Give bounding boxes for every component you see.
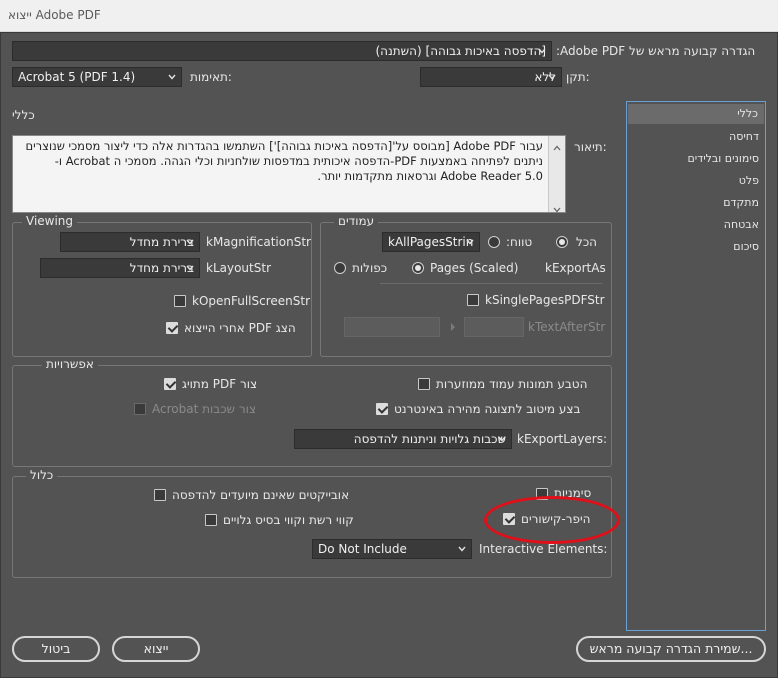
tagged-pdf-checkbox[interactable] (164, 378, 176, 390)
section-title: כללי (12, 108, 35, 122)
export-layers-label: kExportLayers: (517, 432, 607, 446)
nonprinting-label: אובייקטים שאינם מיועדים להדפסה (172, 488, 350, 502)
acrobat-layers-label: צור שכבות Acrobat (152, 402, 257, 416)
embed-thumbnails-label: הטבע תמונות עמוד ממוזערות (436, 377, 588, 391)
single-pages-label: kSinglePagesPDFStr (485, 293, 605, 307)
sidebar-item-advanced[interactable]: מתקדם (723, 196, 759, 209)
standard-dropdown[interactable]: ללא (420, 67, 562, 87)
save-preset-button[interactable]: שמירת הגדרה קבועה מראש... (576, 636, 766, 662)
sidebar-item-output[interactable]: פלט (739, 174, 759, 187)
magnification-label: kMagnificationStr (206, 235, 311, 249)
export-as-label: kExportAs (545, 261, 606, 275)
description-text: עבור Adobe PDF [מבוסס על'[הדפסה באיכות ג… (25, 139, 543, 183)
window-title: ייצוא Adobe PDF (8, 8, 101, 22)
preset-value: [הדפסה באיכות גבוהה] (השתנה) (375, 44, 546, 58)
arrow-right-icon (450, 320, 456, 331)
view-after-export-label: הצג PDF אחרי הייצוא (184, 321, 296, 335)
category-list[interactable]: כללי דחיסה סימונים ובלידים פלט מתקדם אבט… (626, 101, 766, 631)
spreads-label: כפולות (352, 261, 388, 275)
chevron-down-icon (458, 545, 466, 553)
options-title: אפשרויות (42, 357, 98, 371)
magnification-dropdown[interactable]: ברירת מחדל (60, 232, 200, 252)
interactive-dropdown[interactable]: Do Not Include (312, 539, 472, 559)
acrobat-layers-checkbox[interactable] (134, 403, 146, 415)
fullscreen-label: kOpenFullScreenStr (192, 294, 311, 308)
guides-label: קווי רשת וקווי בסיס גלויים (223, 513, 354, 527)
range-radio[interactable] (488, 236, 500, 248)
optimize-checkbox[interactable] (376, 403, 388, 415)
chevron-down-icon (168, 73, 176, 81)
compatibility-value: Acrobat 5 (PDF 1.4) (18, 70, 136, 84)
export-layers-dropdown[interactable]: שכבות גלויות וניתנות להדפסה (294, 429, 512, 449)
scroll-up-icon[interactable] (553, 140, 561, 151)
view-after-export-checkbox[interactable] (166, 322, 178, 334)
compatibility-label: תאימות: (190, 70, 232, 84)
range-label: טווח: (506, 235, 533, 249)
include-title: כלול (26, 468, 58, 482)
sidebar-item-summary[interactable]: סיכום (733, 240, 759, 253)
nonprinting-checkbox[interactable] (154, 489, 166, 501)
all-pages-radio[interactable] (556, 236, 568, 248)
embed-thumbnails-checkbox[interactable] (418, 378, 430, 390)
pages-scaled-radio[interactable] (412, 262, 424, 274)
chevron-down-icon (466, 238, 474, 246)
layout-dropdown[interactable]: ברירת מחדל (40, 258, 200, 278)
chevron-down-icon (186, 238, 194, 246)
annotation-circle (484, 496, 620, 544)
tagged-pdf-label: צור PDF מתויג (182, 377, 258, 391)
standard-label: תקן: (566, 70, 590, 84)
layout-label: kLayoutStr (206, 261, 271, 275)
chevron-down-icon (548, 73, 556, 81)
optimize-label: בצע מיטוב לתצוגה מהירה באינטרנט (394, 402, 581, 416)
text-before-field (344, 317, 440, 337)
fullscreen-checkbox[interactable] (174, 295, 186, 307)
sidebar-item-marks-bleeds[interactable]: סימונים ובלידים (687, 152, 759, 165)
sidebar-item-compression[interactable]: דחיסה (729, 130, 759, 143)
viewing-title: Viewing (22, 214, 78, 228)
all-pages-label: הכל (576, 235, 598, 249)
export-button[interactable]: ייצוא (112, 636, 200, 662)
pages-scaled-label: Pages (Scaled) (430, 261, 519, 275)
compatibility-dropdown[interactable]: Acrobat 5 (PDF 1.4) (12, 67, 182, 87)
description-label: תיאור: (574, 140, 607, 154)
text-after-field (464, 317, 524, 337)
chevron-down-icon (186, 264, 194, 272)
pages-separator (380, 283, 602, 284)
description-textarea[interactable]: עבור Adobe PDF [מבוסס על'[הדפסה באיכות ג… (12, 135, 566, 213)
spreads-radio[interactable] (334, 262, 346, 274)
single-pages-checkbox[interactable] (467, 294, 479, 306)
preset-label: הגדרה קבועה מראש של Adobe PDF: (556, 44, 756, 58)
sidebar-item-security[interactable]: אבטחה (724, 218, 759, 231)
pages-title: עמודים (334, 214, 379, 228)
interactive-label: Interactive Elements: (479, 542, 608, 556)
chevron-down-icon (498, 435, 506, 443)
title-bar: ייצוא Adobe PDF (0, 0, 778, 32)
scroll-down-icon[interactable] (553, 202, 561, 213)
text-after-label: kTextAfterStr (528, 320, 606, 334)
sidebar-item-general[interactable]: כללי (628, 104, 764, 124)
preset-dropdown[interactable]: [הדפסה באיכות גבוהה] (השתנה) (12, 41, 552, 61)
cancel-button[interactable]: ביטול (12, 636, 100, 662)
guides-checkbox[interactable] (205, 514, 217, 526)
chevron-down-icon (538, 47, 546, 55)
